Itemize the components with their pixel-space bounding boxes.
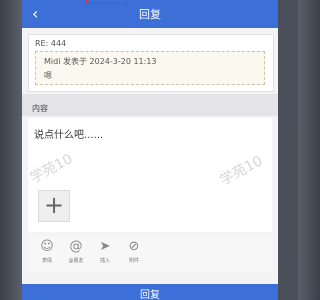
quote-author-line: Midi 发表于 2024-3-20 11:13: [44, 57, 157, 66]
compose-toolbar: ☺ 表情 @ @朋友 ➤ 插入 ⊘ 附件: [28, 236, 272, 272]
insert-button[interactable]: ➤ 插入: [90, 239, 120, 264]
plus-icon: +: [43, 191, 65, 219]
phone-screen: ‹ 回复 RE: 444 Midi 发表于 2024-3-20 11:13 嗯 …: [22, 0, 278, 300]
mention-button[interactable]: @ @朋友: [61, 239, 91, 264]
attachment-label: 附件: [128, 258, 139, 264]
emoji-button[interactable]: ☺ 表情: [32, 239, 62, 264]
content-label: 内容: [32, 104, 48, 113]
red-annotation-mark: [86, 0, 128, 4]
submit-label: 回复: [140, 290, 160, 300]
quote-body: 嗯: [44, 71, 52, 80]
emoji-icon: ☺: [40, 239, 54, 254]
attachment-icon: ⊘: [128, 239, 140, 254]
reply-reference-label: RE: 444: [35, 39, 67, 48]
add-image-button[interactable]: +: [38, 190, 70, 222]
device-frame-right: [298, 0, 320, 300]
attachment-button[interactable]: ⊘ 附件: [119, 239, 149, 264]
content-input[interactable]: 说点什么吧...... 学苑10 学苑10 +: [27, 118, 272, 232]
watermark: 学苑10: [27, 151, 76, 187]
device-frame-left: [0, 0, 22, 300]
mention-icon: @: [69, 239, 83, 254]
page-title: 回复: [139, 8, 161, 21]
top-bar: ‹ 回复: [22, 0, 278, 28]
submit-reply-button[interactable]: 回复: [22, 284, 278, 300]
reply-reference-card: RE: 444 Midi 发表于 2024-3-20 11:13 嗯: [28, 34, 274, 92]
section-divider: [22, 94, 278, 116]
mention-label: @朋友: [68, 258, 84, 264]
insert-label: 插入: [99, 258, 110, 264]
emoji-label: 表情: [41, 258, 52, 264]
watermark: 学苑10: [217, 153, 266, 189]
send-icon: ➤: [99, 239, 111, 254]
quote-box: Midi 发表于 2024-3-20 11:13 嗯: [35, 51, 265, 85]
content-placeholder: 说点什么吧......: [34, 130, 104, 141]
